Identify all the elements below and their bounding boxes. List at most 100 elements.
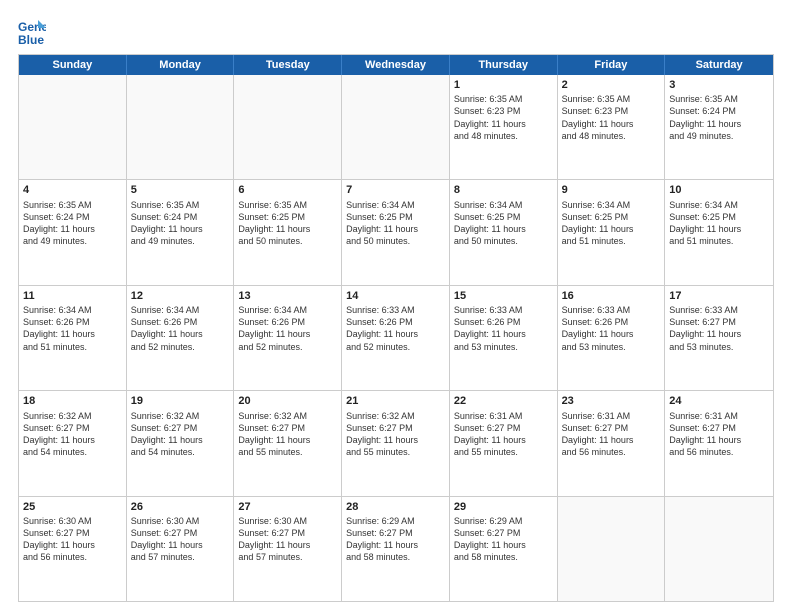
day-info: Sunrise: 6:35 AM Sunset: 6:25 PM Dayligh… xyxy=(238,199,337,248)
day-info: Sunrise: 6:35 AM Sunset: 6:24 PM Dayligh… xyxy=(669,93,769,142)
day-number: 25 xyxy=(23,500,122,514)
day-info: Sunrise: 6:31 AM Sunset: 6:27 PM Dayligh… xyxy=(669,410,769,459)
header-day-friday: Friday xyxy=(558,55,666,75)
day-info: Sunrise: 6:32 AM Sunset: 6:27 PM Dayligh… xyxy=(238,410,337,459)
day-info: Sunrise: 6:35 AM Sunset: 6:23 PM Dayligh… xyxy=(454,93,553,142)
day-number: 3 xyxy=(669,78,769,92)
day-info: Sunrise: 6:30 AM Sunset: 6:27 PM Dayligh… xyxy=(131,515,230,564)
day-cell-15: 15Sunrise: 6:33 AM Sunset: 6:26 PM Dayli… xyxy=(450,286,558,390)
day-cell-14: 14Sunrise: 6:33 AM Sunset: 6:26 PM Dayli… xyxy=(342,286,450,390)
calendar-row-5: 25Sunrise: 6:30 AM Sunset: 6:27 PM Dayli… xyxy=(19,497,773,601)
day-info: Sunrise: 6:31 AM Sunset: 6:27 PM Dayligh… xyxy=(562,410,661,459)
day-cell-11: 11Sunrise: 6:34 AM Sunset: 6:26 PM Dayli… xyxy=(19,286,127,390)
day-cell-empty xyxy=(127,75,235,179)
day-number: 21 xyxy=(346,394,445,408)
day-cell-empty xyxy=(558,497,666,601)
day-number: 13 xyxy=(238,289,337,303)
day-cell-empty xyxy=(234,75,342,179)
day-number: 4 xyxy=(23,183,122,197)
header-day-thursday: Thursday xyxy=(450,55,558,75)
calendar-row-2: 4 Sunrise: 6:35 AM Sunset: 6:24 PM Daylig… xyxy=(19,180,773,285)
day-number: 20 xyxy=(238,394,337,408)
day-number: 17 xyxy=(669,289,769,303)
header-day-tuesday: Tuesday xyxy=(234,55,342,75)
day-cell-27: 27Sunrise: 6:30 AM Sunset: 6:27 PM Dayli… xyxy=(234,497,342,601)
day-cell-empty xyxy=(19,75,127,179)
day-info: Sunrise: 6:30 AM Sunset: 6:27 PM Dayligh… xyxy=(238,515,337,564)
day-cell-21: 21 Sunrise: 6:32 AM Sunset: 6:27 PM Dayli… xyxy=(342,391,450,495)
day-cell-6: 6 Sunrise: 6:35 AM Sunset: 6:25 PM Daylig… xyxy=(234,180,342,284)
day-number: 14 xyxy=(346,289,445,303)
day-cell-19: 19Sunrise: 6:32 AM Sunset: 6:27 PM Dayli… xyxy=(127,391,235,495)
day-cell-3: 3Sunrise: 6:35 AM Sunset: 6:24 PM Daylig… xyxy=(665,75,773,179)
day-info: Sunrise: 6:33 AM Sunset: 6:26 PM Dayligh… xyxy=(454,304,553,353)
day-info: Sunrise: 6:33 AM Sunset: 6:26 PM Dayligh… xyxy=(562,304,661,353)
svg-text:Blue: Blue xyxy=(18,33,44,46)
day-info: Sunrise: 6:34 AM Sunset: 6:25 PM Dayligh… xyxy=(346,199,445,248)
page: General Blue SundayMondayTuesdayWednesda… xyxy=(0,0,792,612)
day-number: 10 xyxy=(669,183,769,197)
day-cell-17: 17Sunrise: 6:33 AM Sunset: 6:27 PM Dayli… xyxy=(665,286,773,390)
calendar-row-4: 18 Sunrise: 6:32 AM Sunset: 6:27 PM Dayli… xyxy=(19,391,773,496)
day-number: 16 xyxy=(562,289,661,303)
day-cell-empty xyxy=(342,75,450,179)
day-cell-23: 23 Sunrise: 6:31 AM Sunset: 6:27 PM Dayli… xyxy=(558,391,666,495)
day-cell-20: 20 Sunrise: 6:32 AM Sunset: 6:27 PM Dayli… xyxy=(234,391,342,495)
day-number: 28 xyxy=(346,500,445,514)
day-number: 7 xyxy=(346,183,445,197)
day-number: 24 xyxy=(669,394,769,408)
day-number: 11 xyxy=(23,289,122,303)
day-cell-13: 13Sunrise: 6:34 AM Sunset: 6:26 PM Dayli… xyxy=(234,286,342,390)
day-info: Sunrise: 6:32 AM Sunset: 6:27 PM Dayligh… xyxy=(131,410,230,459)
day-info: Sunrise: 6:35 AM Sunset: 6:24 PM Dayligh… xyxy=(131,199,230,248)
day-number: 1 xyxy=(454,78,553,92)
day-info: Sunrise: 6:32 AM Sunset: 6:27 PM Dayligh… xyxy=(346,410,445,459)
day-cell-12: 12Sunrise: 6:34 AM Sunset: 6:26 PM Dayli… xyxy=(127,286,235,390)
day-info: Sunrise: 6:34 AM Sunset: 6:25 PM Dayligh… xyxy=(669,199,769,248)
day-cell-24: 24 Sunrise: 6:31 AM Sunset: 6:27 PM Dayli… xyxy=(665,391,773,495)
calendar-body: 1Sunrise: 6:35 AM Sunset: 6:23 PM Daylig… xyxy=(19,75,773,601)
day-cell-7: 7 Sunrise: 6:34 AM Sunset: 6:25 PM Daylig… xyxy=(342,180,450,284)
day-info: Sunrise: 6:29 AM Sunset: 6:27 PM Dayligh… xyxy=(346,515,445,564)
day-info: Sunrise: 6:30 AM Sunset: 6:27 PM Dayligh… xyxy=(23,515,122,564)
day-cell-1: 1Sunrise: 6:35 AM Sunset: 6:23 PM Daylig… xyxy=(450,75,558,179)
day-cell-10: 10 Sunrise: 6:34 AM Sunset: 6:25 PM Dayli… xyxy=(665,180,773,284)
day-cell-18: 18 Sunrise: 6:32 AM Sunset: 6:27 PM Dayli… xyxy=(19,391,127,495)
day-cell-25: 25Sunrise: 6:30 AM Sunset: 6:27 PM Dayli… xyxy=(19,497,127,601)
logo: General Blue xyxy=(18,18,50,46)
day-cell-28: 28Sunrise: 6:29 AM Sunset: 6:27 PM Dayli… xyxy=(342,497,450,601)
day-info: Sunrise: 6:32 AM Sunset: 6:27 PM Dayligh… xyxy=(23,410,122,459)
day-cell-empty xyxy=(665,497,773,601)
header: General Blue xyxy=(18,18,774,46)
day-cell-29: 29Sunrise: 6:29 AM Sunset: 6:27 PM Dayli… xyxy=(450,497,558,601)
day-cell-22: 22 Sunrise: 6:31 AM Sunset: 6:27 PM Dayli… xyxy=(450,391,558,495)
logo-icon: General Blue xyxy=(18,18,46,46)
day-number: 6 xyxy=(238,183,337,197)
calendar-row-1: 1Sunrise: 6:35 AM Sunset: 6:23 PM Daylig… xyxy=(19,75,773,180)
day-cell-2: 2Sunrise: 6:35 AM Sunset: 6:23 PM Daylig… xyxy=(558,75,666,179)
day-info: Sunrise: 6:34 AM Sunset: 6:25 PM Dayligh… xyxy=(454,199,553,248)
day-info: Sunrise: 6:34 AM Sunset: 6:26 PM Dayligh… xyxy=(23,304,122,353)
day-info: Sunrise: 6:35 AM Sunset: 6:23 PM Dayligh… xyxy=(562,93,661,142)
calendar-row-3: 11Sunrise: 6:34 AM Sunset: 6:26 PM Dayli… xyxy=(19,286,773,391)
day-info: Sunrise: 6:34 AM Sunset: 6:26 PM Dayligh… xyxy=(131,304,230,353)
day-cell-4: 4 Sunrise: 6:35 AM Sunset: 6:24 PM Daylig… xyxy=(19,180,127,284)
day-number: 22 xyxy=(454,394,553,408)
header-day-sunday: Sunday xyxy=(19,55,127,75)
day-number: 27 xyxy=(238,500,337,514)
day-info: Sunrise: 6:29 AM Sunset: 6:27 PM Dayligh… xyxy=(454,515,553,564)
day-number: 5 xyxy=(131,183,230,197)
day-info: Sunrise: 6:35 AM Sunset: 6:24 PM Dayligh… xyxy=(23,199,122,248)
day-info: Sunrise: 6:31 AM Sunset: 6:27 PM Dayligh… xyxy=(454,410,553,459)
day-info: Sunrise: 6:34 AM Sunset: 6:25 PM Dayligh… xyxy=(562,199,661,248)
day-number: 9 xyxy=(562,183,661,197)
day-number: 23 xyxy=(562,394,661,408)
day-info: Sunrise: 6:33 AM Sunset: 6:26 PM Dayligh… xyxy=(346,304,445,353)
calendar: SundayMondayTuesdayWednesdayThursdayFrid… xyxy=(18,54,774,602)
day-number: 12 xyxy=(131,289,230,303)
day-number: 8 xyxy=(454,183,553,197)
day-info: Sunrise: 6:34 AM Sunset: 6:26 PM Dayligh… xyxy=(238,304,337,353)
calendar-header: SundayMondayTuesdayWednesdayThursdayFrid… xyxy=(19,55,773,75)
day-cell-26: 26Sunrise: 6:30 AM Sunset: 6:27 PM Dayli… xyxy=(127,497,235,601)
day-number: 18 xyxy=(23,394,122,408)
